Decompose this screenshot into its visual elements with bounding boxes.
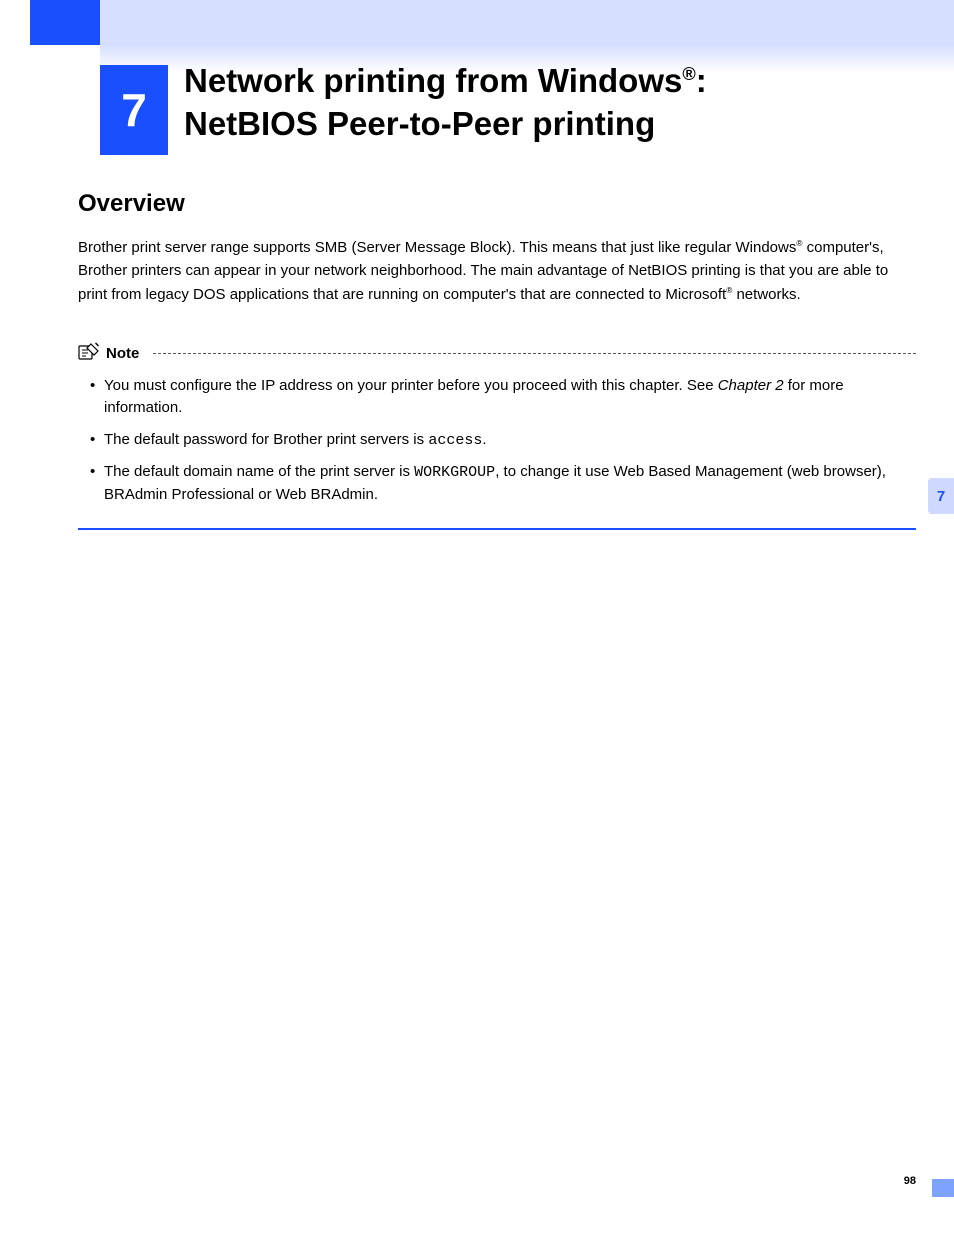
note-pencil-icon xyxy=(78,342,100,365)
note-divider-rule xyxy=(153,353,916,354)
note-item-2-post: . xyxy=(482,431,486,448)
corner-accent xyxy=(932,1179,954,1197)
section-heading-overview: Overview xyxy=(78,190,185,218)
note-item-2: The default password for Brother print s… xyxy=(90,429,916,452)
note-list: You must configure the IP address on you… xyxy=(78,375,916,506)
note-item-3: The default domain name of the print ser… xyxy=(90,461,916,506)
top-light-band xyxy=(100,0,954,45)
note-item-2-pre: The default password for Brother print s… xyxy=(104,431,428,448)
note-block: Note You must configure the IP address o… xyxy=(78,342,916,530)
note-label: Note xyxy=(106,345,139,362)
chapter-title-registered-mark: ® xyxy=(682,64,695,84)
chapter-title-line1-post: : xyxy=(696,62,707,99)
page-number: 98 xyxy=(904,1175,916,1187)
top-blue-strip xyxy=(30,0,100,45)
note-item-3-mono: WORKGROUP xyxy=(414,464,495,481)
chapter-number-badge: 7 xyxy=(100,65,168,155)
note-item-1-chapter-ref: Chapter 2 xyxy=(718,377,784,394)
chapter-title-line1-pre: Network printing from Windows xyxy=(184,62,682,99)
overview-paragraph: Brother print server range supports SMB … xyxy=(78,236,916,306)
overview-text-pre: Brother print server range supports SMB … xyxy=(78,239,796,256)
chapter-title-line2: NetBIOS Peer-to-Peer printing xyxy=(184,105,655,142)
note-item-2-mono: access xyxy=(428,432,482,449)
note-item-3-pre: The default domain name of the print ser… xyxy=(104,463,414,480)
overview-text-post: networks. xyxy=(732,286,800,303)
chapter-title: Network printing from Windows®: NetBIOS … xyxy=(184,60,919,146)
note-item-1: You must configure the IP address on you… xyxy=(90,375,916,419)
note-item-1-pre: You must configure the IP address on you… xyxy=(104,377,718,394)
note-header: Note xyxy=(78,342,916,365)
side-thumb-tab: 7 xyxy=(928,478,954,514)
